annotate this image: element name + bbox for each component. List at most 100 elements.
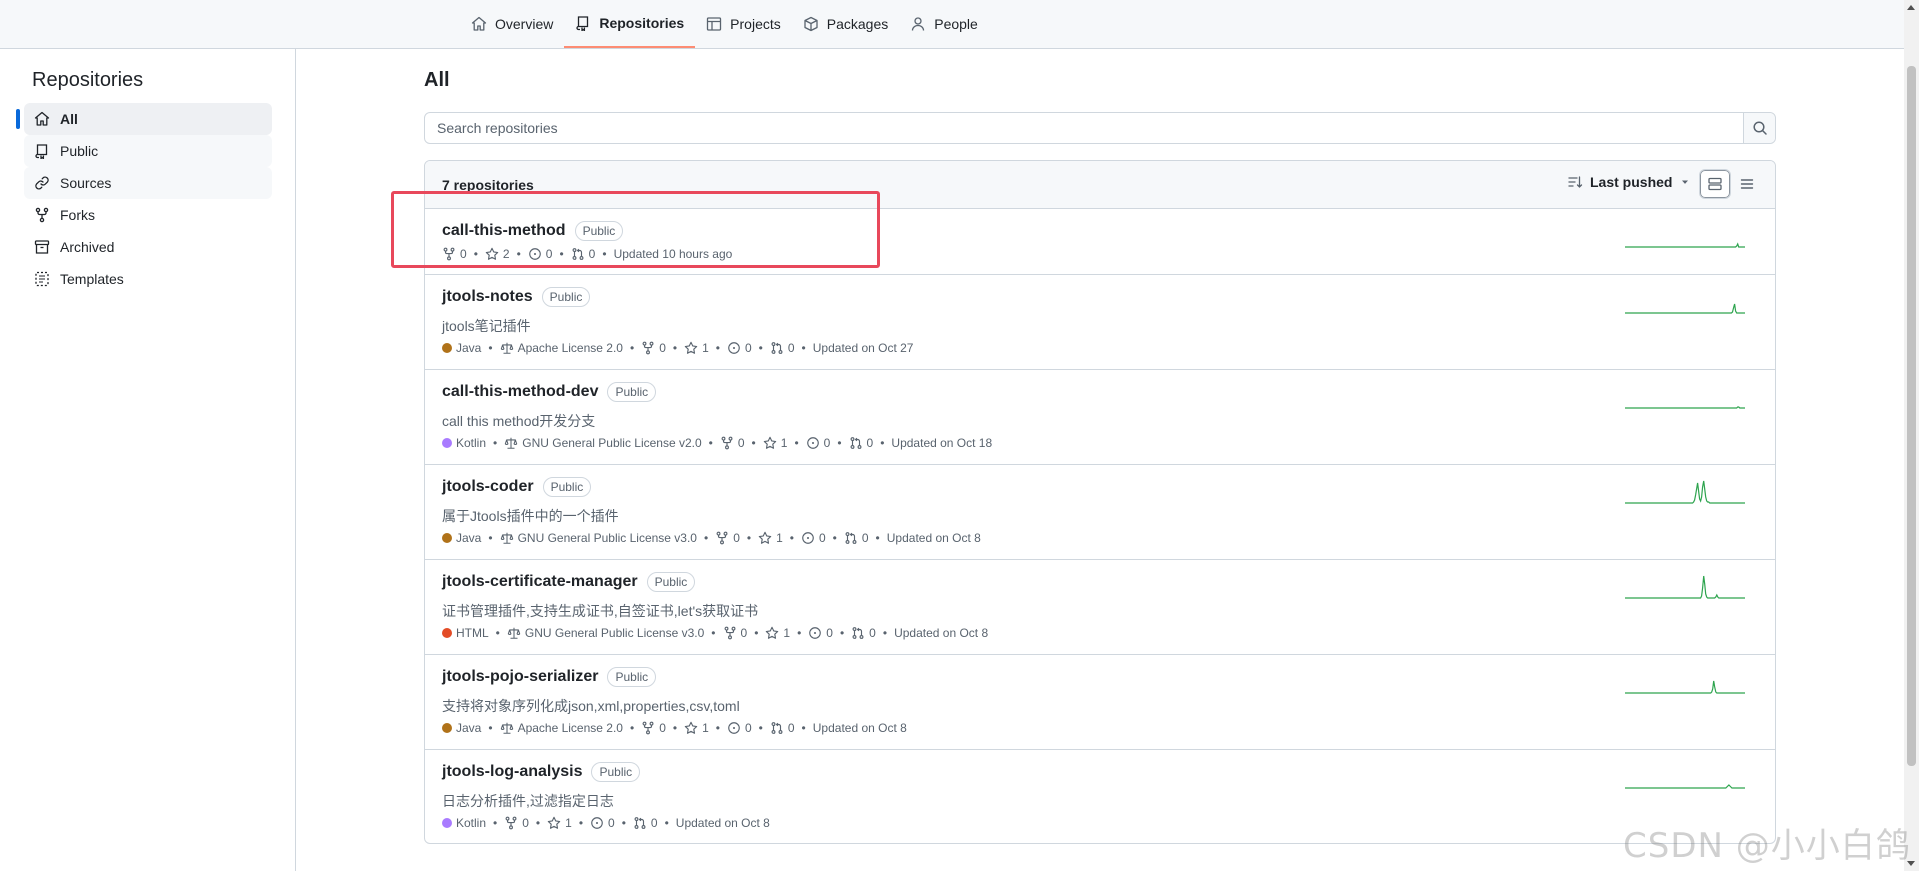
repo-stars[interactable]: 1 <box>684 721 709 735</box>
sparkline-path <box>1625 784 1745 789</box>
repo-issues[interactable]: 0 <box>590 816 615 830</box>
tab-label: Repositories <box>599 15 685 31</box>
repo-description: 证书管理插件,支持生成证书,自签证书,let's获取证书 <box>442 603 759 619</box>
sidebar-item-sources[interactable]: Sources <box>24 167 272 199</box>
updated-label: Updated on Oct 18 <box>891 436 993 450</box>
repo-pull-requests[interactable]: 0 <box>844 531 869 545</box>
meta-separator: • <box>493 816 498 830</box>
sort-dropdown[interactable]: Last pushed <box>1567 174 1691 190</box>
repo-row: jtools-coder Public 属于Jtools插件中的一个插件 Java • G… <box>425 465 1775 560</box>
repo-pull-requests[interactable]: 0 <box>633 816 658 830</box>
meta-separator: • <box>703 531 709 545</box>
repo-license: GNU General Public License v3.0 <box>507 626 704 640</box>
repository-rows: call-this-method Public 0 • 2 • 0 • 0 • Updated 10… <box>425 209 1775 843</box>
sidebar-item-public[interactable]: Public <box>24 135 272 167</box>
repo-name-link[interactable]: call-this-method <box>442 222 566 240</box>
repositories-sidebar: Repositories All Public Sources Forks Ar… <box>0 49 296 871</box>
scroll-up-arrow-icon[interactable] <box>1907 5 1915 10</box>
repo-stars[interactable]: 1 <box>758 531 783 545</box>
sidebar-item-archived[interactable]: Archived <box>24 231 272 263</box>
repo-forks[interactable]: 0 <box>715 531 740 545</box>
repo-icon <box>34 143 50 159</box>
git-pull-request-icon <box>844 531 858 545</box>
repo-issues[interactable]: 0 <box>808 626 833 640</box>
repo-forks[interactable]: 0 <box>723 626 747 640</box>
search-input[interactable] <box>425 113 1743 143</box>
repo-stars[interactable]: 2 <box>485 247 510 261</box>
repo-issues[interactable]: 0 <box>801 531 826 545</box>
view-cards-button[interactable] <box>1699 169 1731 199</box>
visibility-badge: Public <box>607 382 657 402</box>
sidebar-item-forks[interactable]: Forks <box>24 199 272 231</box>
meta-separator: • <box>715 721 720 735</box>
tab-projects[interactable]: Projects <box>695 0 792 48</box>
repo-meta: 0 • 2 • 0 • 0 • Updated 10 hours ago <box>442 247 732 261</box>
repo-issues[interactable]: 0 <box>806 436 830 450</box>
repo-icon <box>575 15 591 31</box>
caret-down-icon <box>1679 176 1691 188</box>
repo-pull-requests[interactable]: 0 <box>770 721 795 735</box>
law-icon <box>500 341 514 355</box>
repo-stars[interactable]: 1 <box>547 816 572 830</box>
sparkline-path <box>1625 575 1745 599</box>
repo-updated: Updated on Oct 8 <box>813 721 907 735</box>
repo-name-link[interactable]: jtools-certificate-manager <box>442 573 638 591</box>
tab-repositories[interactable]: Repositories <box>564 0 696 48</box>
updated-label: Updated on Oct 27 <box>812 341 914 355</box>
fork-icon <box>715 531 729 545</box>
repository-list: 7 repositories Last pushed call-this-met… <box>424 160 1776 844</box>
repo-pull-requests[interactable]: 0 <box>849 436 873 450</box>
repo-description: jtools笔记插件 <box>442 318 531 334</box>
repo-stars[interactable]: 1 <box>763 436 787 450</box>
repo-stars[interactable]: 1 <box>684 341 709 355</box>
visibility-badge: Public <box>646 572 696 592</box>
repo-meta: HTML • GNU General Public License v3.0 • 0 • 1… <box>442 626 988 640</box>
sidebar-item-templates[interactable]: Templates <box>24 263 272 295</box>
repo-name-link[interactable]: jtools-notes <box>442 288 533 306</box>
repo-name-link[interactable]: jtools-log-analysis <box>442 763 582 781</box>
language-color-dot <box>442 628 452 638</box>
repo-meta: Java • GNU General Public License v3.0 • 0 • 1… <box>442 531 981 545</box>
meta-separator: • <box>797 626 802 640</box>
repo-pull-requests[interactable]: 0 <box>770 341 795 355</box>
stars-count: 2 <box>502 247 510 261</box>
repo-pull-requests[interactable]: 0 <box>851 626 876 640</box>
repo-stars[interactable]: 1 <box>765 626 790 640</box>
sidebar-item-label: Sources <box>60 175 112 191</box>
repo-forks[interactable]: 0 <box>442 247 467 261</box>
repo-issues[interactable]: 0 <box>727 341 752 355</box>
search-button[interactable] <box>1743 113 1775 143</box>
sort-icon <box>1567 174 1583 190</box>
fork-icon <box>720 436 734 450</box>
repo-forks[interactable]: 0 <box>720 436 745 450</box>
repo-forks[interactable]: 0 <box>641 341 666 355</box>
git-pull-request-icon <box>571 247 585 261</box>
repo-description: 支持将对象序列化成json,xml,properties,csv,toml <box>442 698 740 714</box>
table-icon <box>706 16 722 32</box>
repo-issues[interactable]: 0 <box>528 247 552 261</box>
fork-icon <box>504 816 518 830</box>
repo-pull-requests[interactable]: 0 <box>571 247 595 261</box>
meta-separator: • <box>801 721 806 735</box>
repo-issues[interactable]: 0 <box>727 721 752 735</box>
repo-description: 属于Jtools插件中的一个插件 <box>442 508 619 524</box>
tab-packages[interactable]: Packages <box>792 0 899 48</box>
search-icon <box>1752 120 1768 136</box>
repo-forks[interactable]: 0 <box>504 816 529 830</box>
repo-name-link[interactable]: call-this-method-dev <box>442 383 598 401</box>
meta-separator: • <box>488 721 493 735</box>
meta-separator: • <box>758 341 763 355</box>
page-scrollbar[interactable] <box>1904 0 1919 871</box>
sidebar-item-all[interactable]: All <box>16 103 272 135</box>
scrollbar-thumb[interactable] <box>1907 66 1916 766</box>
stars-count: 1 <box>783 626 791 640</box>
view-list-button[interactable] <box>1731 169 1763 199</box>
repo-name-link[interactable]: jtools-coder <box>442 478 534 496</box>
repo-forks[interactable]: 0 <box>641 721 666 735</box>
visibility-badge: Public <box>591 762 641 782</box>
repo-name-link[interactable]: jtools-pojo-serializer <box>442 668 598 686</box>
package-icon <box>803 16 819 32</box>
tab-people[interactable]: People <box>899 0 989 48</box>
tab-overview[interactable]: Overview <box>460 0 564 48</box>
meta-separator: • <box>839 626 845 640</box>
